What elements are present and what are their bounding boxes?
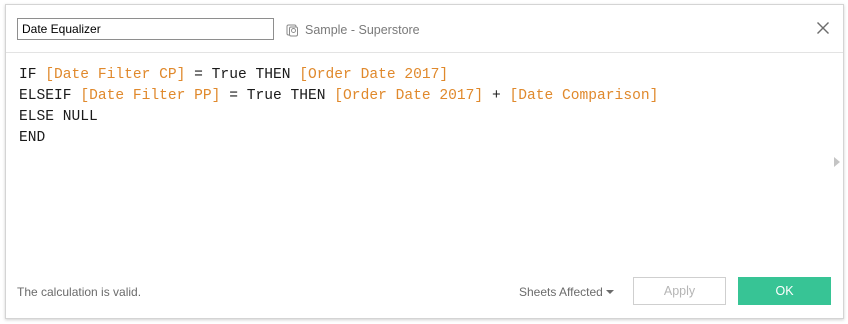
formula-field-token: [Date Filter CP]: [45, 67, 186, 83]
validation-status: The calculation is valid.: [17, 285, 142, 299]
dialog-header: Sample - Superstore: [6, 5, 843, 53]
datasource-name: Sample - Superstore: [305, 23, 420, 37]
formula-field-token: [Order Date 2017]: [334, 88, 484, 104]
formula-field-token: [Order Date 2017]: [299, 67, 449, 83]
datasource-label: Sample - Superstore: [286, 20, 420, 40]
formula-keyword-token: = True THEN: [185, 67, 300, 83]
calculation-name-input[interactable]: [17, 18, 274, 40]
formula-line: END: [19, 128, 819, 149]
expand-panel-arrow-icon[interactable]: [833, 155, 841, 167]
formula-keyword-token: +: [483, 88, 510, 104]
close-icon[interactable]: [815, 20, 831, 36]
formula-keyword-token: ELSE NULL: [19, 109, 98, 125]
formula-keyword-token: = True THEN: [220, 88, 335, 104]
apply-button[interactable]: Apply: [633, 277, 726, 305]
formula-line: ELSE NULL: [19, 107, 819, 128]
formula-keyword-token: IF: [19, 67, 46, 83]
formula-editor[interactable]: IF [Date Filter CP] = True THEN [Order D…: [19, 65, 819, 255]
datasource-icon: [286, 24, 299, 37]
sheets-affected-label: Sheets Affected: [519, 285, 603, 299]
formula-field-token: [Date Comparison]: [509, 88, 659, 104]
ok-button[interactable]: OK: [738, 277, 831, 305]
formula-field-token: [Date Filter PP]: [80, 88, 221, 104]
formula-line: ELSEIF [Date Filter PP] = True THEN [Ord…: [19, 86, 819, 107]
formula-keyword-token: ELSEIF: [19, 88, 81, 104]
calculation-dialog: Sample - Superstore IF [Date Filter CP] …: [5, 4, 844, 319]
chevron-down-icon: [605, 290, 614, 294]
formula-keyword-token: END: [19, 130, 46, 146]
formula-line: IF [Date Filter CP] = True THEN [Order D…: [19, 65, 819, 86]
sheets-affected-dropdown[interactable]: Sheets Affected: [519, 285, 614, 299]
